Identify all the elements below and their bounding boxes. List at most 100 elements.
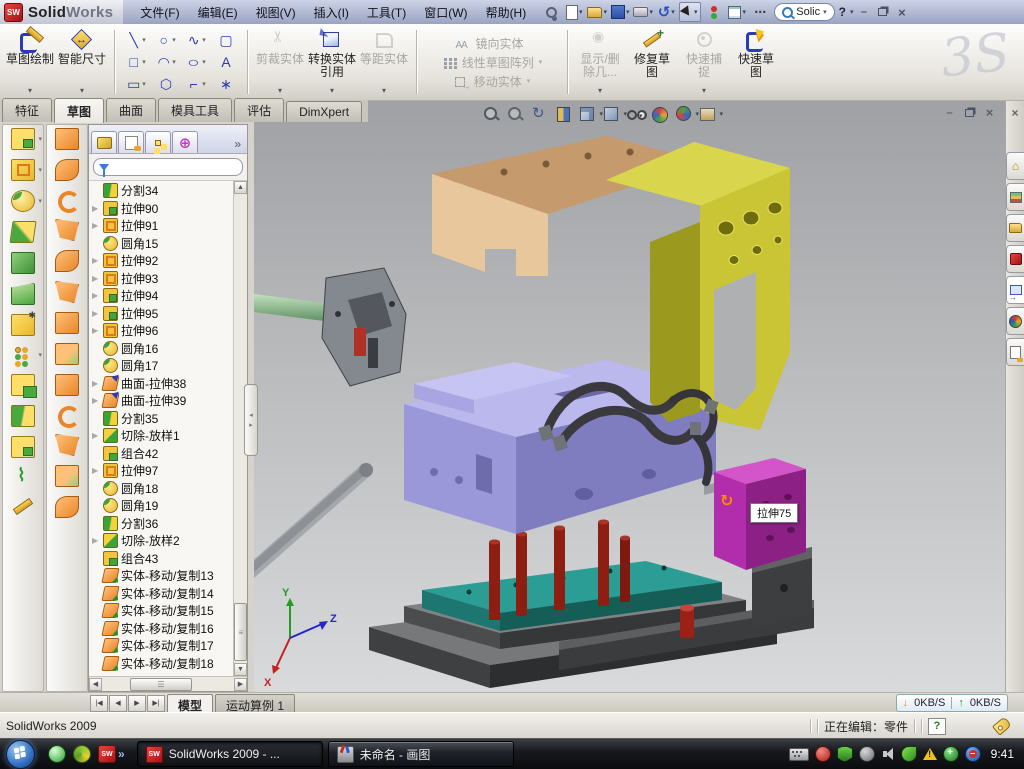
expand-arrow-icon[interactable]: ▶ — [92, 326, 100, 335]
scroll-left-icon[interactable]: ◀ — [89, 678, 102, 691]
tree-item[interactable]: ▶ 组合42 — [89, 445, 233, 463]
solidworks-search-tab[interactable] — [1006, 245, 1024, 273]
shadows-icon[interactable] — [674, 105, 693, 123]
menu-item[interactable]: 文件(F) — [131, 1, 188, 24]
tree-item[interactable]: ▶ 圆角17 — [89, 357, 233, 375]
tab-nav-button[interactable]: ▶| — [147, 695, 165, 712]
menu-item[interactable]: 插入(I) — [305, 1, 358, 24]
hole-wizard-icon[interactable] — [11, 314, 35, 336]
task-pane-close-icon[interactable]: × — [1008, 106, 1022, 120]
display-delete-relations-button[interactable]: 显示/删 除几... ▾ — [574, 25, 626, 99]
messenger-icon[interactable] — [48, 745, 66, 763]
tree-item[interactable]: ▶ 组合43 — [89, 550, 233, 568]
rectangle-icon[interactable]: □ — [121, 54, 151, 70]
tree-item[interactable]: ▶ 分割36 — [89, 515, 233, 533]
slot-icon[interactable]: ▭ — [121, 76, 151, 93]
antivirus-icon[interactable] — [815, 746, 831, 762]
apply-scene-icon[interactable] — [698, 105, 717, 123]
tree-item[interactable]: ▶ 拉伸91 — [89, 217, 233, 235]
sketch-fillet-icon[interactable]: ⌐ — [181, 76, 211, 92]
search-input[interactable]: Solic — [796, 6, 820, 18]
expand-arrow-icon[interactable]: ▶ — [92, 466, 100, 475]
splitter-handle[interactable]: ◂▸ — [244, 384, 258, 456]
tab-nav-button[interactable]: ▶ — [128, 695, 146, 712]
zoom-fit-icon[interactable] — [482, 105, 501, 123]
circle-icon[interactable]: ○ — [151, 32, 181, 48]
swept-surface-icon[interactable] — [56, 190, 78, 210]
quick-tips-button[interactable]: ? — [928, 718, 946, 735]
study-tab[interactable]: 运动算例 1 — [215, 694, 295, 713]
pin-icon[interactable] — [541, 3, 561, 21]
tree-item[interactable]: ▶ 拉伸90 — [89, 200, 233, 218]
combine-icon[interactable] — [11, 374, 35, 396]
tree-item[interactable]: ▶ 拉伸93 — [89, 270, 233, 288]
rotate-view-icon[interactable] — [530, 105, 549, 123]
extend-surface-icon[interactable] — [56, 405, 78, 425]
knit-surface-icon[interactable] — [55, 465, 79, 487]
dropdown-arrow-icon[interactable]: ▾ — [598, 84, 602, 99]
dropdown-arrow-icon[interactable]: ▾ — [702, 84, 706, 99]
new-document-icon[interactable] — [564, 3, 584, 21]
point-icon[interactable]: ∗ — [211, 76, 241, 93]
collapse-icon[interactable] — [750, 3, 770, 21]
menu-item[interactable]: 编辑(E) — [189, 1, 247, 24]
extruded-surface-icon[interactable] — [55, 128, 79, 150]
lofted-surface-icon[interactable] — [55, 219, 79, 241]
menu-item[interactable]: 窗口(W) — [415, 1, 476, 24]
expand-arrow-icon[interactable]: ▶ — [92, 204, 100, 213]
menu-item[interactable]: 工具(T) — [358, 1, 415, 24]
doc-minimize-button[interactable] — [941, 105, 958, 120]
thicken-icon[interactable] — [55, 496, 79, 518]
mirror-entities-button[interactable]: 镜向实体 — [455, 35, 528, 51]
design-library-tab[interactable] — [1006, 183, 1024, 211]
tree-item[interactable]: ▶ 分割34 — [89, 182, 233, 200]
revolved-surface-icon[interactable] — [55, 159, 79, 181]
tag-icon[interactable] — [992, 716, 1012, 735]
file-explorer-tab[interactable] — [1006, 214, 1024, 242]
dropdown-arrow-icon[interactable]: ▾ — [539, 58, 543, 66]
tree-item[interactable]: ▶ 圆角18 — [89, 480, 233, 498]
doc-restore-button[interactable] — [961, 105, 978, 120]
tree-item[interactable]: ▶ 拉伸92 — [89, 252, 233, 270]
solidworks-quicklaunch-icon[interactable]: SW — [98, 745, 116, 763]
offset-surface-icon[interactable] — [55, 343, 79, 365]
save-icon[interactable] — [610, 3, 630, 21]
line-icon[interactable]: ╲ — [121, 32, 151, 49]
tree-item[interactable]: ▶ 圆角19 — [89, 497, 233, 515]
open-icon[interactable] — [587, 3, 607, 21]
shell-icon[interactable] — [11, 252, 35, 274]
network-warning-icon[interactable] — [923, 747, 937, 761]
search-box[interactable]: Solic ▾ — [774, 3, 834, 21]
scroll-thumb[interactable]: ☰ — [130, 678, 192, 691]
panel-splitter[interactable]: ◂▸ — [248, 124, 254, 692]
part-gripper[interactable] — [254, 268, 406, 386]
help-button[interactable]: ? — [839, 5, 846, 19]
draft-icon[interactable] — [11, 283, 35, 305]
intersect-icon[interactable] — [11, 436, 35, 458]
split-icon[interactable] — [11, 405, 35, 427]
tree-filter-input[interactable] — [93, 158, 243, 176]
expand-arrow-icon[interactable]: ▶ — [92, 291, 100, 300]
overflow-chevron-icon[interactable]: » — [234, 137, 245, 153]
box-select-icon[interactable]: ▢ — [211, 32, 241, 49]
search-dropdown-icon[interactable]: ▾ — [823, 8, 827, 16]
dropdown-arrow-icon[interactable]: ▾ — [330, 84, 334, 99]
print-icon[interactable] — [633, 3, 653, 21]
expand-arrow-icon[interactable]: ▶ — [92, 309, 100, 318]
sketch-text-icon[interactable]: A — [211, 54, 241, 70]
tree-item[interactable]: ▶ 实体-移动/复制16 — [89, 620, 233, 638]
tree-item[interactable]: ▶ 分割35 — [89, 410, 233, 428]
configurationmanager-tab[interactable] — [145, 131, 171, 153]
zoom-area-icon[interactable] — [506, 105, 525, 123]
ruled-surface-icon[interactable] — [55, 374, 79, 396]
tab-nav-button[interactable]: |◀ — [90, 695, 108, 712]
propertymanager-tab[interactable] — [118, 131, 144, 153]
view-orientation-icon[interactable] — [578, 105, 597, 123]
dropdown-arrow-icon[interactable]: ▾ — [28, 84, 32, 99]
tree-item[interactable]: ▶ 实体-移动/复制18 — [89, 655, 233, 673]
quick-snaps-button[interactable]: 快速捕 捉 ▾ — [678, 25, 730, 99]
scroll-thumb[interactable]: ≡ — [234, 603, 247, 661]
tree-item[interactable]: ▶ 圆角16 — [89, 340, 233, 358]
tree-item[interactable]: ▶ 实体-移动/复制17 — [89, 637, 233, 655]
start-button[interactable] — [0, 739, 40, 769]
